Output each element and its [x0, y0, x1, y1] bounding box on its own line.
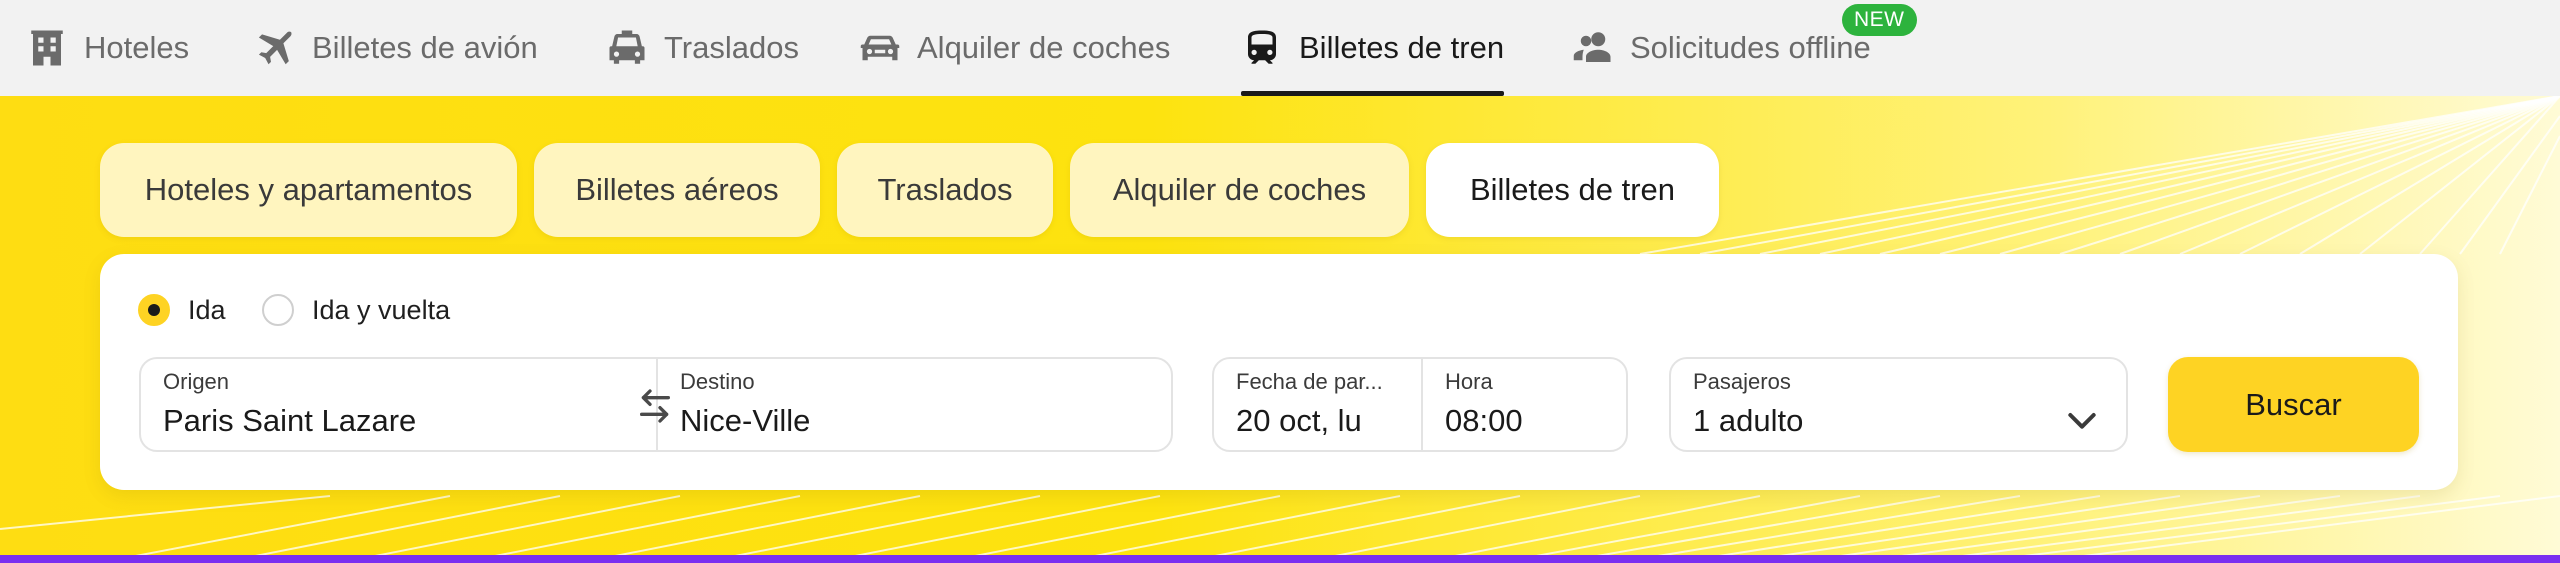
search-button[interactable]: Buscar [2168, 357, 2419, 452]
nav-item-billetes-de-tren[interactable]: Billetes de tren [1241, 0, 1505, 96]
date-label: Fecha de par... [1236, 369, 1383, 394]
passengers-select[interactable]: Pasajeros 1 adulto [1671, 359, 2126, 450]
new-badge: NEW [1842, 4, 1917, 36]
passengers-dropdown-toggle[interactable] [2062, 400, 2102, 440]
bottom-accent-bar [0, 555, 2560, 563]
origin-value: Paris Saint Lazare [163, 403, 417, 438]
origin-label: Origen [163, 369, 230, 394]
time-value: 08:00 [1445, 403, 1523, 438]
tab-alquiler-de-coches[interactable]: Alquiler de coches [1070, 143, 1409, 237]
tab-billetes-aereos[interactable]: Billetes aéreos [534, 143, 820, 237]
nav-item-billetes-de-avion[interactable]: Billetes de avión [254, 0, 538, 96]
destination-label: Destino [680, 369, 755, 394]
hotel-icon [31, 30, 63, 66]
nav-label-solicitudes-offline: Solicitudes offline [1630, 30, 1871, 65]
radio-ida-y-vuelta[interactable]: Ida y vuelta [262, 292, 450, 328]
datetime-field-group: Fecha de par... 20 oct, lu Hora 08:00 [1212, 357, 1628, 452]
origin-field[interactable]: Origen Paris Saint Lazare [141, 359, 655, 450]
passengers-field-group: Pasajeros 1 adulto [1669, 357, 2128, 452]
radio-label-ida-y-vuelta: Ida y vuelta [312, 294, 451, 325]
swap-button[interactable] [635, 386, 675, 426]
radio-checked-icon [138, 294, 170, 326]
nav-label-alquiler-de-coches: Alquiler de coches [917, 30, 1171, 65]
nav-item-solicitudes-offline[interactable]: Solicitudes offline [1572, 0, 1871, 96]
nav-label-billetes-de-tren: Billetes de tren [1299, 30, 1505, 65]
nav-label-hoteles: Hoteles [84, 30, 190, 65]
nav-label-traslados: Traslados [664, 30, 799, 65]
plane-icon [258, 31, 292, 65]
nav-item-alquiler-de-coches[interactable]: Alquiler de coches [859, 0, 1170, 96]
date-value: 20 oct, lu [1236, 403, 1362, 438]
tab-billetes-de-tren[interactable]: Billetes de tren [1426, 143, 1719, 237]
passengers-label: Pasajeros [1693, 369, 1791, 394]
nav-label-billetes-de-avion: Billetes de avión [312, 30, 538, 65]
nav-item-traslados[interactable]: Traslados [606, 0, 799, 96]
radio-unchecked-icon [262, 294, 294, 326]
car-icon [860, 35, 900, 61]
swap-arrows-icon [640, 389, 670, 423]
time-label: Hora [1445, 369, 1493, 394]
tab-traslados[interactable]: Traslados [837, 143, 1053, 237]
time-field[interactable]: Hora 08:00 [1423, 359, 1626, 450]
radio-label-ida: Ida [188, 294, 226, 325]
train-icon [1248, 30, 1276, 64]
date-field[interactable]: Fecha de par... 20 oct, lu [1214, 359, 1420, 450]
nav-item-hoteles[interactable]: Hoteles [26, 0, 189, 96]
users-icon [1573, 32, 1611, 62]
car-front-icon [609, 30, 645, 64]
top-navigation: Hoteles Billetes de avión Traslados Alqu… [0, 0, 2560, 96]
destination-field[interactable]: Destino Nice-Ville [658, 359, 1171, 450]
passengers-value: 1 adulto [1693, 403, 1804, 438]
tab-hoteles-y-apartamentos[interactable]: Hoteles y apartamentos [100, 143, 517, 237]
destination-value: Nice-Ville [680, 403, 811, 438]
radio-ida[interactable]: Ida [138, 292, 226, 328]
chevron-down-icon [2068, 413, 2096, 429]
